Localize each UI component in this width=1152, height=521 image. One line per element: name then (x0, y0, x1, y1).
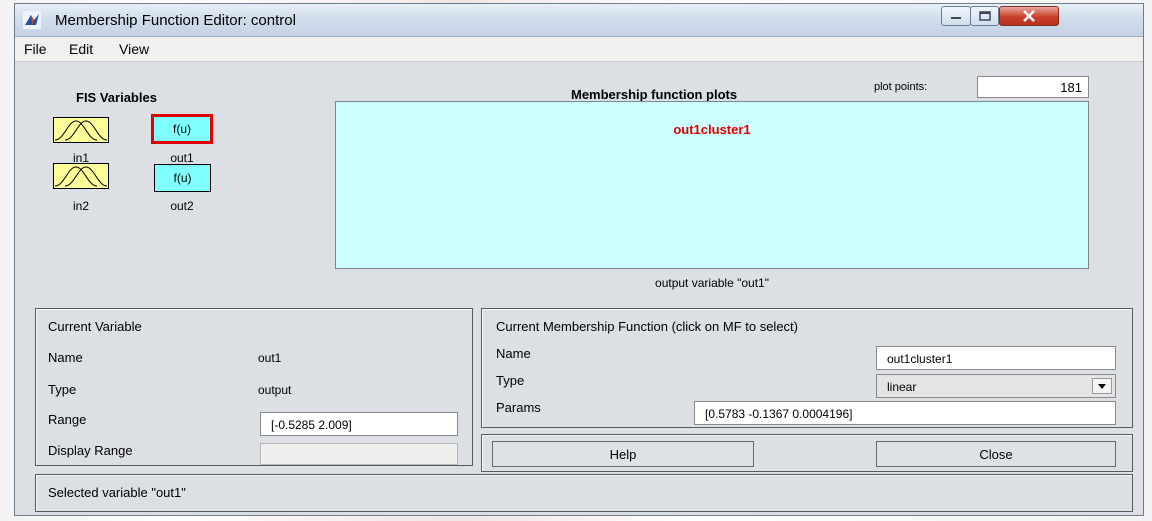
title-bar[interactable]: Membership Function Editor: control (15, 4, 1143, 37)
chevron-down-icon (1098, 384, 1106, 389)
gaussian-mf-icon (54, 120, 108, 141)
menu-file[interactable]: File (24, 41, 47, 57)
fis-input-in1[interactable] (53, 117, 109, 143)
display-range-label: Display Range (48, 443, 133, 458)
window-title: Membership Function Editor: control (55, 12, 296, 29)
plot-points-label: plot points: (874, 81, 928, 93)
range-label: Range (48, 412, 87, 427)
status-panel: Selected variable "out1" (35, 474, 1133, 512)
params-label: Params (496, 400, 541, 415)
plot-header: Membership function plots (571, 87, 738, 102)
fis-output-label: out1 (170, 151, 194, 165)
close-icon (1023, 10, 1035, 22)
minimize-icon (951, 17, 961, 19)
fis-output-out1[interactable]: f(u) (151, 114, 213, 144)
button-panel: Help Close (481, 434, 1133, 472)
current-variable-panel: Current Variable Name out1 Type output R… (35, 308, 473, 466)
menu-bar: File Edit View (15, 37, 1143, 62)
status-text: Selected variable "out1" (48, 485, 186, 500)
membership-function-plot[interactable]: out1cluster1 (335, 101, 1089, 269)
close-window-button[interactable] (999, 6, 1059, 26)
mf-type-value: linear (887, 380, 917, 394)
mf-name-input[interactable]: out1cluster1 (876, 346, 1116, 370)
range-input[interactable]: [-0.5285 2.009] (260, 412, 458, 436)
menu-edit[interactable]: Edit (69, 41, 93, 57)
variable-type-label: Type (48, 382, 77, 397)
maximize-icon (978, 11, 991, 21)
params-input[interactable]: [0.5783 -0.1367 0.0004196] (694, 401, 1116, 425)
menu-view[interactable]: View (119, 41, 149, 57)
current-mf-title: Current Membership Function (click on MF… (496, 319, 798, 334)
fis-input-label: in2 (72, 199, 89, 213)
mf-name-label: Name (496, 346, 531, 361)
mf-type-label: Type (496, 373, 525, 388)
plot-caption: output variable "out1" (655, 276, 769, 290)
minimize-button[interactable] (941, 6, 971, 26)
fis-input-in2[interactable] (53, 163, 109, 189)
gaussian-mf-icon (54, 166, 108, 187)
fis-variables-title: FIS Variables (76, 90, 157, 105)
variable-type-value: output (258, 383, 292, 397)
close-button[interactable]: Close (876, 441, 1116, 467)
variable-name-label: Name (48, 350, 83, 365)
maximize-button[interactable] (970, 6, 999, 26)
fis-output-out2[interactable]: f(u) (154, 164, 211, 192)
fis-output-label: out2 (170, 199, 194, 213)
membership-function-editor-window: Membership Function Editor: control File… (14, 3, 1144, 516)
display-range-input[interactable] (260, 443, 458, 465)
matlab-icon (23, 11, 41, 29)
mf-type-select[interactable]: linear (876, 374, 1116, 398)
help-button[interactable]: Help (492, 441, 754, 467)
variable-name-value: out1 (258, 351, 282, 365)
mf-name-label[interactable]: out1cluster1 (336, 122, 1088, 137)
current-mf-panel: Current Membership Function (click on MF… (481, 308, 1133, 428)
plot-points-input[interactable]: 181 (977, 76, 1089, 98)
current-variable-title: Current Variable (48, 319, 142, 334)
dropdown-arrow-button[interactable] (1092, 378, 1112, 394)
